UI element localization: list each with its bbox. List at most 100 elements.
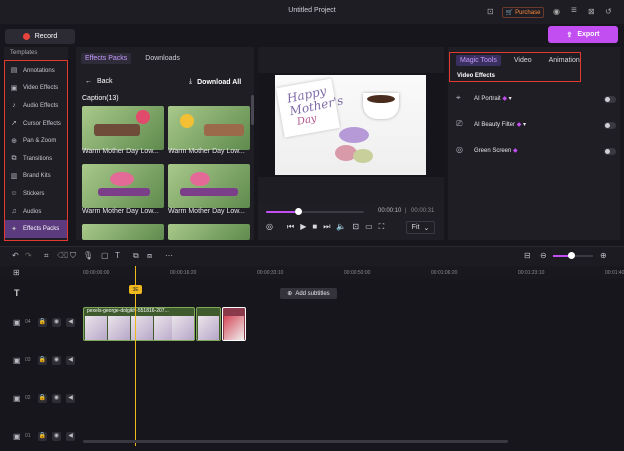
plus-circle-icon: ⊕ bbox=[287, 291, 293, 297]
mic-icon[interactable]: 🎙 bbox=[83, 251, 93, 260]
chevron-down-icon[interactable]: ▾ bbox=[523, 122, 526, 128]
chevron-down-icon[interactable]: ▾ bbox=[509, 96, 512, 102]
speaker-icon[interactable]: ◀ bbox=[66, 394, 75, 403]
premium-gem-icon: ◆ bbox=[516, 122, 522, 128]
comment-icon[interactable]: ▢ bbox=[101, 251, 109, 260]
split-icon[interactable]: ⌗ bbox=[44, 251, 49, 261]
record-button[interactable]: Record bbox=[5, 29, 75, 44]
step-back-icon[interactable]: ⏮ bbox=[287, 223, 294, 231]
eye-icon[interactable]: ◉ bbox=[52, 356, 61, 365]
green-screen-icon: ◎ bbox=[456, 145, 463, 154]
fit-dropdown[interactable]: Fit ⌄ bbox=[406, 221, 435, 234]
thumbnail-label: Warm Mother Day Low... bbox=[168, 208, 245, 215]
effect-thumbnail[interactable] bbox=[168, 224, 250, 240]
fullscreen-icon[interactable]: ⛶ bbox=[379, 223, 385, 231]
group-icon[interactable]: ⧉ bbox=[133, 251, 139, 261]
ruler-tick-label: 00:01:06:20 bbox=[431, 270, 458, 276]
crop-icon[interactable]: ⊡ bbox=[352, 223, 359, 231]
more-icon[interactable]: ⋯ bbox=[165, 251, 173, 260]
camera-icon[interactable]: ◎ bbox=[266, 223, 273, 231]
effects-scrollbar[interactable] bbox=[251, 95, 254, 125]
preview-header bbox=[258, 47, 444, 73]
progress-fill bbox=[266, 211, 299, 213]
caption-icon[interactable]: ▭ bbox=[365, 223, 373, 231]
back-button[interactable]: ← Back bbox=[85, 78, 113, 85]
tool-row: ◎ Green Screen ◆ bbox=[456, 146, 616, 158]
effect-thumbnail[interactable] bbox=[168, 106, 250, 150]
lock-icon[interactable]: 🔒 bbox=[38, 394, 47, 403]
screenshot-icon[interactable]: ⊡ bbox=[487, 7, 494, 16]
clip-label: pexels-george-dolgikh-551816-207... bbox=[87, 308, 169, 314]
menu-icon[interactable]: ≡ bbox=[571, 5, 577, 16]
play-icon[interactable]: ▶ bbox=[300, 223, 306, 231]
caption-heading: Caption(13) bbox=[82, 95, 119, 102]
effect-thumbnail[interactable] bbox=[168, 164, 250, 208]
video-frame[interactable]: Happy Mother's Day bbox=[275, 75, 426, 175]
speaker-icon[interactable]: ◀ bbox=[66, 432, 75, 441]
premium-gem-icon: ◆ bbox=[502, 96, 507, 102]
record-dot-icon bbox=[22, 33, 30, 40]
tool-toggle[interactable] bbox=[604, 96, 616, 103]
video-track-icon: ▣ bbox=[13, 432, 21, 441]
text-box-icon[interactable]: T bbox=[115, 251, 120, 260]
tool-toggle[interactable] bbox=[604, 122, 616, 129]
effect-thumbnail[interactable] bbox=[82, 106, 164, 150]
add-track-icon[interactable]: ⊞ bbox=[13, 268, 20, 277]
fit-timeline-icon[interactable]: ⊟ bbox=[524, 251, 531, 260]
download-all-button[interactable]: ⤓ Download All bbox=[189, 78, 241, 86]
zoom-out-icon[interactable]: ⊖ bbox=[540, 251, 547, 260]
stop-icon[interactable]: ■ bbox=[312, 223, 317, 231]
redo-icon[interactable]: ↷ bbox=[25, 251, 32, 260]
tool-row: ⎚ AI Beauty Filter ◆ ▾ bbox=[456, 120, 616, 132]
speaker-icon[interactable]: ◀ bbox=[66, 318, 75, 327]
volume-icon[interactable]: 🔈 bbox=[336, 223, 346, 231]
undo-icon[interactable]: ↶ bbox=[12, 251, 19, 260]
time-separator: | bbox=[405, 208, 407, 214]
effect-thumbnail[interactable] bbox=[82, 224, 164, 240]
clip-frame bbox=[172, 316, 194, 340]
purchase-button[interactable]: 🛒 Purchase bbox=[502, 7, 544, 18]
eye-icon[interactable]: ◉ bbox=[52, 318, 61, 327]
lock-icon[interactable]: 🔒 bbox=[38, 356, 47, 365]
coffee-image bbox=[367, 95, 395, 103]
zoom-in-icon[interactable]: ⊕ bbox=[600, 251, 607, 260]
eye-icon[interactable]: ◉ bbox=[52, 432, 61, 441]
step-forward-icon[interactable]: ⏭ bbox=[323, 223, 330, 231]
track-number: 03 bbox=[25, 357, 31, 363]
playback-controls: ◎ ⏮ ▶ ■ ⏭ 🔈 ⊡ ▭ ⛶ bbox=[266, 223, 384, 231]
playhead-handle[interactable]: 3E bbox=[129, 285, 142, 294]
close-box-icon[interactable]: ⊠ bbox=[588, 7, 595, 16]
clip-frame bbox=[85, 316, 107, 340]
ungroup-icon[interactable]: ⧈ bbox=[147, 251, 152, 261]
lock-icon[interactable]: 🔒 bbox=[38, 432, 47, 441]
flowers-image bbox=[339, 127, 369, 143]
lock-icon[interactable]: 🔒 bbox=[38, 318, 47, 327]
tab-downloads[interactable]: Downloads bbox=[141, 53, 184, 64]
export-button[interactable]: ⇪ Export bbox=[548, 26, 618, 43]
add-subtitles-button[interactable]: ⊕ Add subtitles bbox=[280, 288, 337, 299]
ruler-tick-label: 00:00:00:00 bbox=[83, 270, 110, 276]
thumbnail-label: Warm Mother Day Low... bbox=[82, 208, 159, 215]
tool-toggle[interactable] bbox=[604, 148, 616, 155]
tool-name: AI Portrait bbox=[474, 96, 501, 102]
shield-icon[interactable]: ⛉ bbox=[70, 251, 76, 261]
chevron-down-icon: ⌄ bbox=[423, 224, 430, 232]
tool-row: ⌖ AI Portrait ◆ ▾ bbox=[456, 94, 616, 106]
delete-icon[interactable]: ⌫ bbox=[57, 251, 68, 260]
sidebar-item-templates[interactable]: Templates bbox=[4, 47, 68, 58]
clip-frame bbox=[198, 316, 219, 340]
effects-tabs: Effects Packs Downloads bbox=[81, 53, 184, 64]
refresh-icon[interactable]: ↺ bbox=[605, 7, 612, 16]
highlight-box bbox=[4, 60, 68, 241]
effect-thumbnail[interactable] bbox=[82, 164, 164, 208]
zoom-slider-handle[interactable] bbox=[568, 252, 575, 259]
tab-effects-packs[interactable]: Effects Packs bbox=[81, 53, 132, 64]
export-icon: ⇪ bbox=[566, 31, 573, 39]
clip-frame bbox=[224, 316, 244, 340]
eye-icon[interactable]: ◉ bbox=[52, 394, 61, 403]
ruler-tick-label: 00:01:23:10 bbox=[518, 270, 545, 276]
account-icon[interactable]: ◉ bbox=[553, 7, 560, 16]
timeline-scrollbar[interactable] bbox=[83, 440, 508, 443]
ruler-tick-label: 00:00:33:10 bbox=[257, 270, 284, 276]
speaker-icon[interactable]: ◀ bbox=[66, 356, 75, 365]
